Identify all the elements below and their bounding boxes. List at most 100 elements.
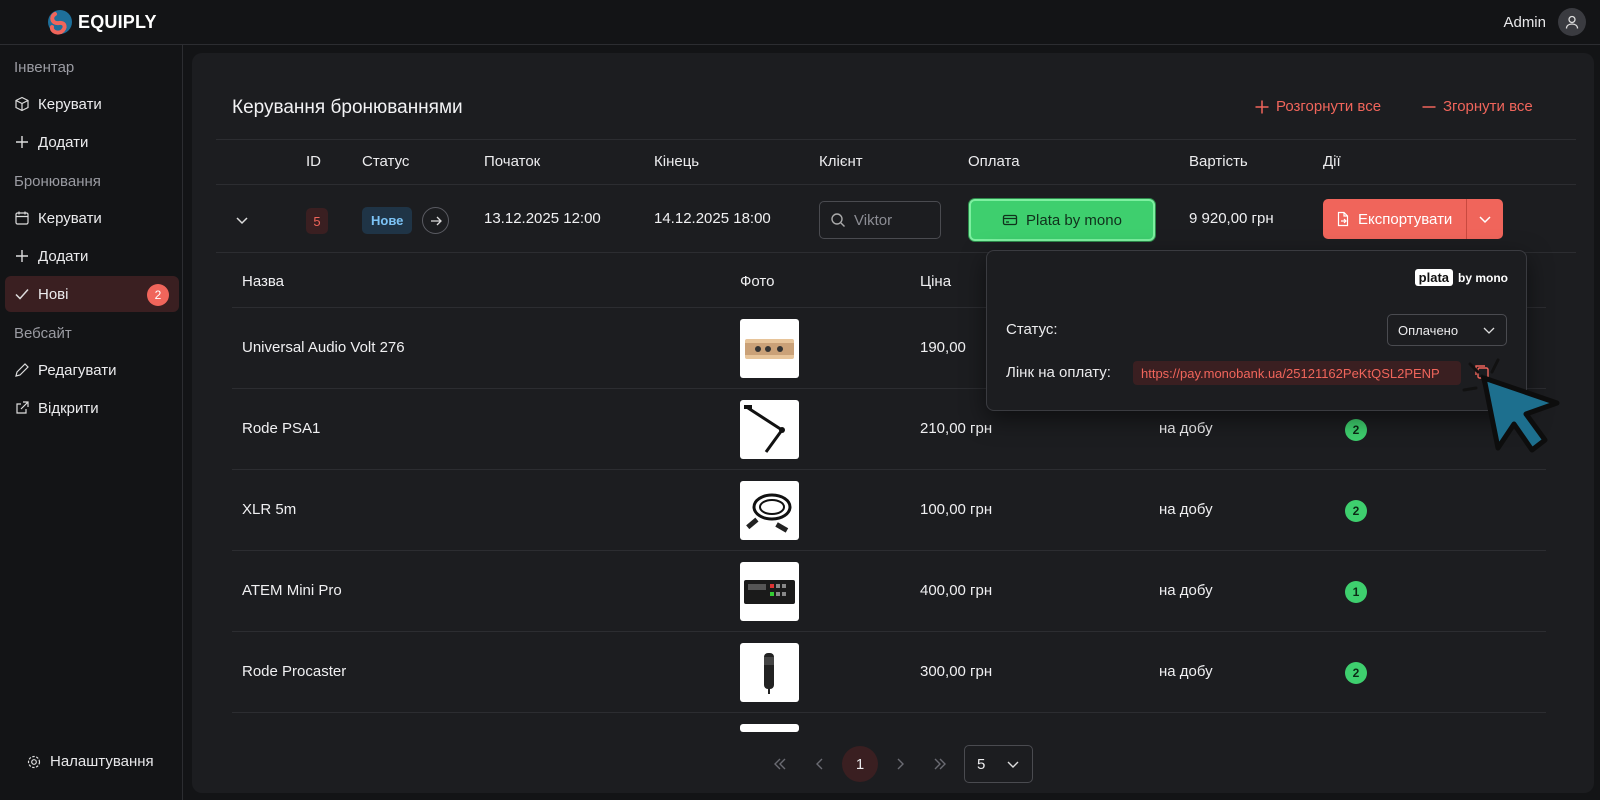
advance-status-button[interactable] (422, 207, 449, 234)
item-price: 300,00 грн (920, 663, 993, 680)
export-dropdown-toggle[interactable] (1467, 212, 1503, 226)
main-panel: Керування бронюваннями Розгорнути все Зг… (192, 53, 1594, 793)
end-datetime: 14.12.2025 18:00 (654, 210, 771, 227)
chevron-down-icon[interactable] (234, 212, 250, 228)
payment-link-value: https://pay.monobank.ua/25121162PeKtQSL2… (1141, 365, 1440, 381)
sidebar-item-label: Відкрити (38, 399, 99, 417)
table-header: ID Статус Початок Кінець Клієнт Оплата В… (216, 139, 1576, 185)
prev-page-button[interactable] (800, 746, 840, 782)
page-title: Керування бронюваннями (232, 97, 463, 118)
plata-logo-text: plata (1414, 269, 1453, 286)
item-price: 190,00 (920, 339, 966, 356)
export-file-icon (1337, 211, 1349, 227)
new-count-badge: 2 (147, 284, 169, 306)
status-badge: Нове (362, 207, 413, 234)
item-quantity: 2 (1345, 500, 1367, 522)
col-end: Кінець (654, 153, 700, 170)
mouse-cursor-icon (1462, 358, 1560, 453)
last-page-button[interactable] (920, 746, 960, 782)
item-period: на добу (1159, 663, 1213, 680)
settings-label: Налаштування (50, 753, 154, 770)
sidebar-item-inventory-manage[interactable]: Керувати (5, 86, 179, 122)
xlr-cable-image (746, 493, 792, 533)
page-size-select[interactable]: 5 (964, 745, 1033, 783)
item-period: на добу (1159, 501, 1213, 518)
item-photo (740, 724, 799, 732)
sidebar-item-bookings-new[interactable]: Нові 2 (5, 276, 179, 312)
pencil-icon (15, 363, 29, 377)
item-photo (740, 400, 799, 459)
payment-status-select[interactable]: Оплачено (1387, 314, 1507, 346)
minus-icon (1422, 105, 1436, 108)
plus-icon (1255, 100, 1269, 113)
payment-button[interactable]: Plata by mono (969, 199, 1155, 241)
app-logo[interactable]: EQUIPLY (46, 8, 157, 36)
sidebar: Інвентар Керувати Додати Бронювання Керу… (0, 45, 183, 800)
client-search[interactable]: Viktor (819, 201, 941, 239)
sidebar-item-label: Додати (38, 133, 89, 151)
sidebar-section-inventory: Інвентар (14, 59, 75, 76)
expand-all-button[interactable]: Розгорнути все (1254, 98, 1381, 115)
sidebar-section-website: Вебсайт (14, 325, 72, 342)
avatar[interactable] (1558, 8, 1586, 36)
microphone-image (764, 653, 774, 694)
expand-all-label: Розгорнути все (1276, 98, 1382, 115)
collapse-all-label: Згорнути все (1443, 98, 1533, 115)
item-name: XLR 5m (242, 501, 297, 518)
current-page[interactable]: 1 (842, 746, 878, 782)
next-page-button[interactable] (880, 746, 920, 782)
chevron-right-icon (897, 758, 904, 770)
col-start: Початок (484, 153, 541, 170)
payment-status-value: Оплачено (1398, 322, 1459, 338)
user-name: Admin (1503, 13, 1546, 31)
chevron-left-icon (816, 758, 823, 770)
export-split-button: Експортувати (1323, 199, 1503, 239)
bymono-logo-text: by mono (1458, 270, 1508, 285)
item-price: 400,00 грн (920, 582, 993, 599)
pagination: 1 5 (760, 745, 1033, 783)
top-bar: EQUIPLY Admin (0, 0, 1600, 45)
sidebar-item-website-open[interactable]: Відкрити (5, 390, 179, 426)
search-icon (831, 213, 845, 227)
item-name: Rode PSA1 (242, 420, 321, 437)
box-icon (15, 96, 29, 112)
sidebar-item-bookings-manage[interactable]: Керувати (5, 200, 179, 236)
item-period: на добу (1159, 582, 1213, 599)
chevrons-right-icon (934, 758, 946, 770)
credit-card-icon (1002, 214, 1018, 226)
user-menu[interactable]: Admin (1503, 8, 1586, 36)
external-link-icon (16, 401, 29, 414)
chevron-down-icon (1479, 216, 1491, 224)
col-actions: Дії (1323, 153, 1341, 170)
sidebar-item-label: Керувати (38, 209, 102, 227)
settings-link[interactable]: Налаштування (26, 753, 154, 770)
col-id: ID (306, 153, 321, 170)
sidebar-item-label: Керувати (38, 95, 102, 113)
chevron-down-icon (1007, 761, 1019, 768)
export-button[interactable]: Експортувати (1323, 199, 1467, 239)
sidebar-item-inventory-add[interactable]: Додати (5, 124, 179, 160)
table-row: ATEM Mini Pro 400,00 грн на добу 1 (232, 551, 1546, 632)
switcher-image (744, 580, 795, 604)
item-name: ATEM Mini Pro (242, 582, 342, 599)
item-quantity: 2 (1345, 419, 1367, 441)
chevrons-left-icon (774, 758, 786, 770)
collapse-all-button[interactable]: Згорнути все (1421, 98, 1533, 115)
plata-logo: plata by mono (1414, 269, 1508, 286)
chevron-down-icon (1483, 327, 1495, 334)
payment-link[interactable]: https://pay.monobank.ua/25121162PeKtQSL2… (1133, 361, 1461, 385)
plus-icon (16, 136, 28, 148)
booking-cost: 9 920,00 грн (1189, 210, 1274, 227)
booking-id[interactable]: 5 (306, 208, 328, 234)
sidebar-item-website-edit[interactable]: Редагувати (5, 352, 179, 388)
sidebar-item-bookings-add[interactable]: Додати (5, 238, 179, 274)
payment-link-label: Лінк на оплату: (1006, 364, 1111, 381)
item-photo (740, 481, 799, 540)
item-photo (740, 562, 799, 621)
arrow-right-icon (430, 216, 442, 225)
col-status: Статус (362, 153, 410, 170)
first-page-button[interactable] (760, 746, 800, 782)
col-photo: Фото (740, 273, 775, 290)
item-price: 210,00 грн (920, 420, 993, 437)
check-icon (15, 289, 29, 300)
